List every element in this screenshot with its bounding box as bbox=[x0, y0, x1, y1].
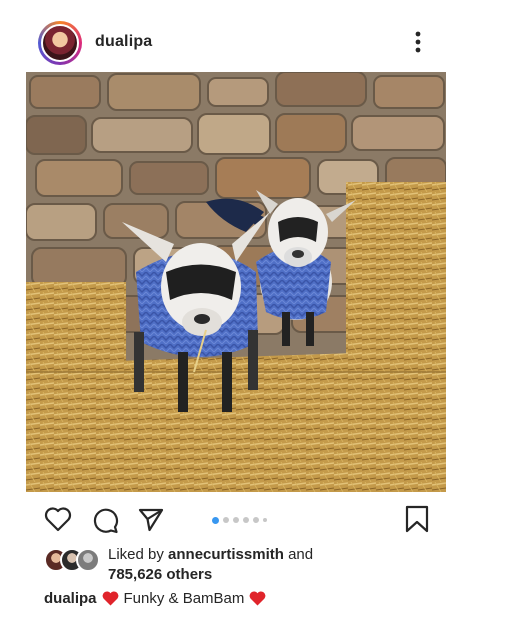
carousel-dot bbox=[223, 517, 229, 523]
red-heart-icon bbox=[102, 591, 119, 606]
carousel-dot bbox=[233, 517, 239, 523]
carousel-dot bbox=[243, 517, 249, 523]
liker-avatars bbox=[44, 548, 104, 574]
caption-username[interactable]: dualipa bbox=[44, 590, 97, 607]
more-vertical-icon[interactable] bbox=[410, 28, 426, 58]
carousel-indicator bbox=[212, 516, 267, 524]
profile-avatar[interactable] bbox=[38, 21, 82, 65]
paper-plane-icon[interactable] bbox=[137, 506, 165, 534]
heart-outline-icon[interactable] bbox=[44, 506, 72, 532]
red-heart-icon bbox=[249, 591, 266, 606]
bookmark-icon[interactable] bbox=[404, 504, 430, 534]
comment-icon[interactable] bbox=[91, 506, 119, 534]
liked-by-conjunction: and bbox=[283, 546, 314, 563]
likes-summary[interactable]: Liked by annecurtissmith and 785,626 oth… bbox=[44, 546, 484, 590]
carousel-dot bbox=[263, 518, 267, 522]
avatar-image bbox=[41, 24, 79, 62]
post-caption: dualipa Funky & BamBam bbox=[44, 590, 271, 607]
liked-by-prefix: Liked by bbox=[108, 546, 169, 563]
carousel-dot bbox=[253, 517, 259, 523]
carousel-dot-active bbox=[212, 516, 219, 524]
liked-by-text: Liked by annecurtissmith and bbox=[108, 546, 313, 563]
post-username[interactable]: dualipa bbox=[95, 33, 152, 51]
post-photo[interactable] bbox=[26, 72, 446, 492]
post-header: dualipa bbox=[0, 0, 515, 72]
likes-count[interactable]: 785,626 others bbox=[108, 566, 212, 583]
liker-avatar bbox=[76, 548, 100, 572]
liker-username[interactable]: annecurtissmith bbox=[168, 546, 284, 563]
caption-text: Funky & BamBam bbox=[123, 590, 245, 607]
